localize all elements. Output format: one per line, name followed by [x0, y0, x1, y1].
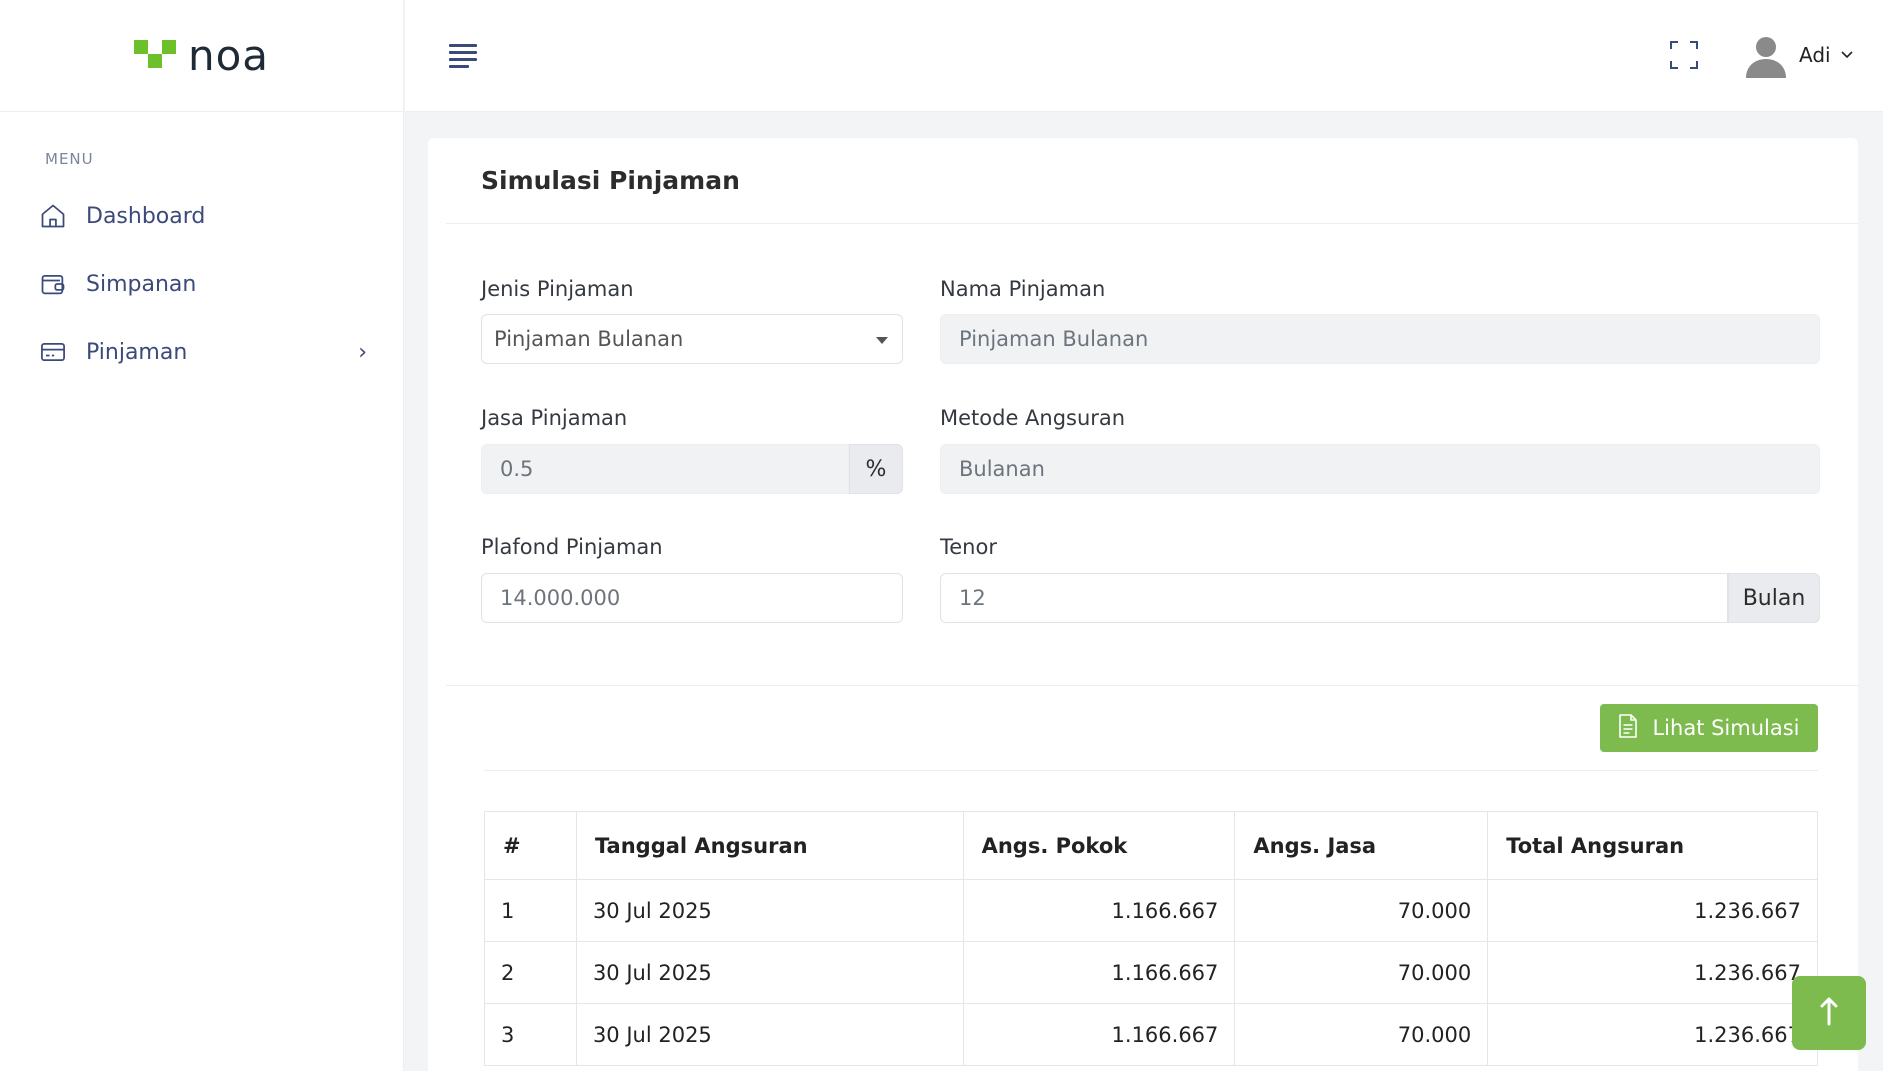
- table-row: 3 30 Jul 2025 1.166.667 70.000 1.236.667: [484, 1003, 1818, 1066]
- nama-pinjaman-field[interactable]: Pinjaman Bulanan: [940, 314, 1820, 364]
- jenis-pinjaman-label: Jenis Pinjaman: [481, 277, 634, 301]
- simulation-card: Simulasi Pinjaman Jenis Pinjaman Pinjama…: [428, 138, 1858, 1071]
- lihat-simulasi-button[interactable]: Lihat Simulasi: [1600, 704, 1818, 752]
- scroll-to-top-button[interactable]: [1792, 976, 1866, 1050]
- credit-card-icon: [38, 337, 68, 367]
- jasa-pinjaman-value: 0.5: [500, 457, 534, 481]
- table-divider: [484, 770, 1818, 771]
- cell-number: 3: [484, 1003, 577, 1066]
- tenor-label: Tenor: [940, 535, 997, 559]
- cell-pokok: 1.166.667: [962, 879, 1236, 942]
- logo[interactable]: noa: [133, 30, 270, 80]
- column-header-number: #: [484, 811, 577, 880]
- sidebar-item-pinjaman[interactable]: Pinjaman ›: [0, 318, 403, 386]
- chevron-right-icon: ›: [358, 339, 367, 365]
- form-divider: [446, 685, 1858, 686]
- cell-total: 1.236.667: [1487, 1003, 1818, 1066]
- menu-toggle-icon[interactable]: [449, 44, 479, 68]
- column-header-total: Total Angsuran: [1487, 811, 1818, 880]
- user-menu[interactable]: Adi: [1743, 32, 1853, 78]
- document-icon: [1618, 713, 1638, 743]
- cell-pokok: 1.166.667: [962, 1003, 1236, 1066]
- avatar: [1743, 32, 1789, 78]
- cell-jasa: 70.000: [1234, 941, 1489, 1004]
- sidebar: noa MENU Dashboard Simpanan Pinjaman ›: [0, 0, 404, 1071]
- tenor-input[interactable]: 12: [940, 573, 1728, 623]
- cell-number: 1: [484, 879, 577, 942]
- plafond-pinjaman-value: 14.000.000: [500, 586, 621, 610]
- column-header-pokok: Angs. Pokok: [962, 811, 1236, 880]
- logo-mark-icon: [133, 39, 182, 72]
- title-divider: [446, 223, 1858, 224]
- nama-pinjaman-label: Nama Pinjaman: [940, 277, 1106, 301]
- cell-jasa: 70.000: [1234, 1003, 1489, 1066]
- nama-pinjaman-value: Pinjaman Bulanan: [959, 327, 1149, 351]
- lihat-simulasi-label: Lihat Simulasi: [1652, 716, 1800, 740]
- cell-total: 1.236.667: [1487, 879, 1818, 942]
- logo-area: noa: [0, 0, 403, 112]
- metode-angsuran-field[interactable]: Bulanan: [940, 444, 1820, 494]
- arrow-up-icon: [1819, 996, 1839, 1030]
- page-title: Simulasi Pinjaman: [481, 166, 740, 195]
- user-name: Adi: [1799, 43, 1831, 67]
- metode-angsuran-label: Metode Angsuran: [940, 406, 1126, 430]
- percent-addon: %: [849, 444, 903, 494]
- jasa-pinjaman-field[interactable]: 0.5: [481, 444, 849, 494]
- fullscreen-icon[interactable]: [1669, 40, 1699, 70]
- chevron-down-icon: [1841, 47, 1853, 63]
- jenis-pinjaman-value: Pinjaman Bulanan: [494, 327, 684, 351]
- metode-angsuran-value: Bulanan: [959, 457, 1045, 481]
- table-header-row: # Tanggal Angsuran Angs. Pokok Angs. Jas…: [484, 811, 1818, 880]
- table-row: 1 30 Jul 2025 1.166.667 70.000 1.236.667: [484, 879, 1818, 942]
- cell-pokok: 1.166.667: [962, 941, 1236, 1004]
- jenis-pinjaman-select[interactable]: Pinjaman Bulanan: [481, 314, 903, 364]
- sidebar-item-label: Simpanan: [86, 271, 197, 297]
- cell-jasa: 70.000: [1234, 879, 1489, 942]
- sidebar-menu: Dashboard Simpanan Pinjaman ›: [0, 182, 403, 386]
- plafond-pinjaman-label: Plafond Pinjaman: [481, 535, 663, 559]
- table-row: 2 30 Jul 2025 1.166.667 70.000 1.236.667: [484, 941, 1818, 1004]
- brand-name: noa: [187, 30, 270, 80]
- sidebar-item-simpanan[interactable]: Simpanan: [0, 250, 403, 318]
- plafond-pinjaman-input[interactable]: 14.000.000: [481, 573, 903, 623]
- sidebar-item-label: Pinjaman: [86, 339, 188, 365]
- topbar: Adi: [405, 0, 1883, 112]
- cell-tanggal: 30 Jul 2025: [575, 1003, 964, 1066]
- jasa-pinjaman-label: Jasa Pinjaman: [481, 406, 628, 430]
- column-header-jasa: Angs. Jasa: [1234, 811, 1489, 880]
- cell-tanggal: 30 Jul 2025: [575, 941, 964, 1004]
- column-header-tanggal: Tanggal Angsuran: [575, 811, 964, 880]
- wallet-icon: [38, 269, 68, 299]
- bulan-addon: Bulan: [1728, 573, 1820, 623]
- caret-down-icon: [876, 337, 888, 344]
- sidebar-item-label: Dashboard: [86, 203, 206, 229]
- cell-total: 1.236.667: [1487, 941, 1818, 1004]
- tenor-value: 12: [959, 586, 986, 610]
- cell-number: 2: [484, 941, 577, 1004]
- home-icon: [38, 201, 68, 231]
- menu-title: MENU: [45, 150, 94, 168]
- sidebar-item-dashboard[interactable]: Dashboard: [0, 182, 403, 250]
- cell-tanggal: 30 Jul 2025: [575, 879, 964, 942]
- schedule-table: # Tanggal Angsuran Angs. Pokok Angs. Jas…: [484, 811, 1818, 1066]
